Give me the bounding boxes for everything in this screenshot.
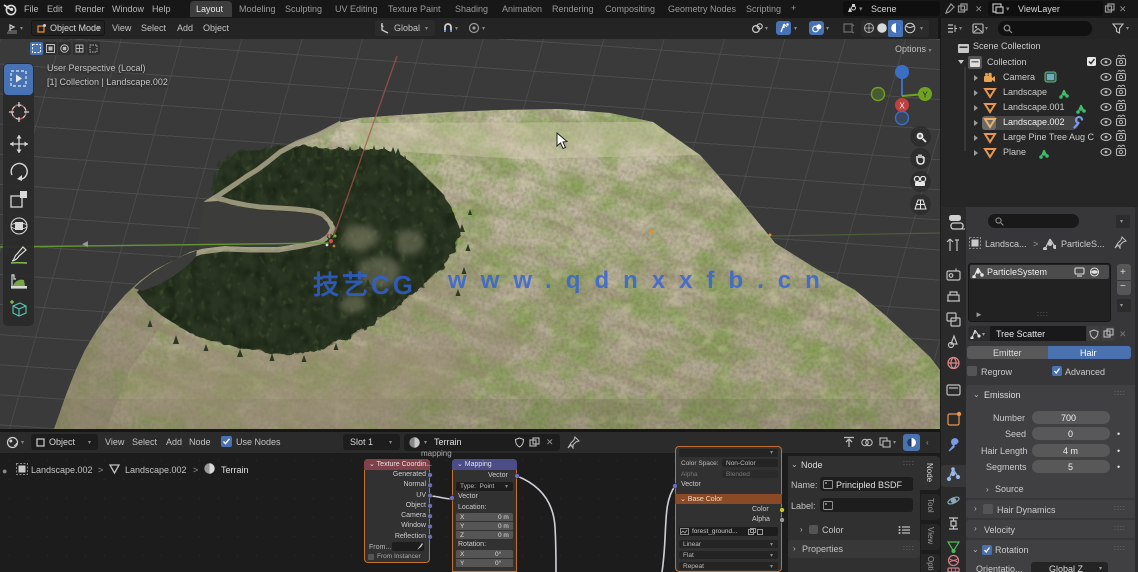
- svg-text:Y: Y: [922, 91, 928, 100]
- svg-text:X: X: [899, 102, 905, 111]
